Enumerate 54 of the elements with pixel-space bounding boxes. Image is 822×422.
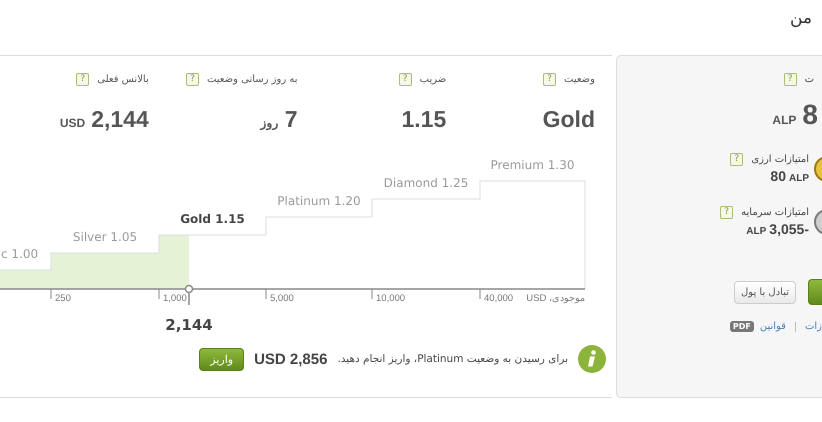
deposit-button[interactable]: واریز — [199, 348, 244, 370]
points-value: 3,055- — [769, 221, 809, 237]
link[interactable]: زات — [804, 321, 822, 332]
help-button[interactable]: ? — [730, 153, 744, 166]
tier-label: Premium 1.30 — [490, 158, 574, 172]
help-button[interactable]: ? — [543, 73, 556, 86]
action-button[interactable] — [808, 279, 822, 305]
tick-label: 10,000 — [376, 293, 406, 304]
points-value: 8 — [802, 99, 818, 131]
points-unit: ALP — [789, 173, 809, 184]
stat-label: به روز رسانی وضعیت — [206, 74, 298, 85]
exchange-button[interactable]: تبادل با پول — [734, 280, 796, 304]
tier-label: Silver 1.05 — [72, 230, 138, 244]
balance-marker — [184, 284, 194, 305]
help-button[interactable]: ? — [784, 73, 797, 86]
tier-label: c 1.00 — [1, 247, 38, 261]
tier-label: Gold 1.15 — [180, 212, 245, 226]
coin-icon — [814, 156, 822, 182]
stat-label: ضریب — [420, 74, 446, 85]
stat-unit: USD — [60, 116, 86, 130]
help-button[interactable]: ? — [720, 206, 734, 219]
info-message: برای رسیدن به وضعیت Platinum، واریز انجام دهید. — [337, 353, 568, 365]
tick-label: 5,000 — [270, 293, 294, 304]
help-button[interactable]: ? — [76, 73, 90, 86]
points-label: امتیازات ارزی — [751, 154, 809, 165]
marker-value: 2,144 — [165, 316, 213, 334]
tick-label: 40,000 — [484, 293, 514, 304]
tick-label: 1,000 — [163, 293, 187, 304]
stat-value: 2,144 — [91, 106, 149, 133]
stat-unit: روز — [260, 116, 279, 130]
coin-icon — [814, 208, 822, 234]
points-unit: ALP — [772, 113, 796, 127]
tick-mark — [158, 288, 160, 300]
link[interactable]: قوانین — [760, 321, 786, 332]
points-label: امتیازات سرمایه — [741, 207, 809, 218]
tick-mark — [50, 288, 52, 300]
help-button[interactable]: ? — [186, 73, 199, 86]
tier-label: Diamond 1.25 — [384, 176, 468, 190]
info-icon — [578, 345, 606, 373]
required-amount: USD 2,856 — [254, 350, 328, 368]
tier-label: Platinum 1.20 — [277, 194, 361, 208]
stat-label: وضعیت — [564, 74, 595, 85]
stat-value: 1.15 — [401, 106, 446, 133]
points-label: ت — [804, 74, 814, 85]
stat-value: 7 — [284, 106, 298, 133]
tick-label: 250 — [55, 293, 71, 304]
stat-value: Gold — [542, 106, 595, 133]
stat-label: بالانس فعلی — [97, 74, 149, 85]
help-button[interactable]: ? — [398, 73, 412, 86]
page-title: من — [790, 8, 812, 28]
points-unit: ALP — [746, 226, 766, 237]
pdf-badge: PDF — [730, 321, 754, 332]
points-value: 80 — [770, 168, 786, 184]
axis-label: موجودی، USD — [526, 293, 585, 304]
